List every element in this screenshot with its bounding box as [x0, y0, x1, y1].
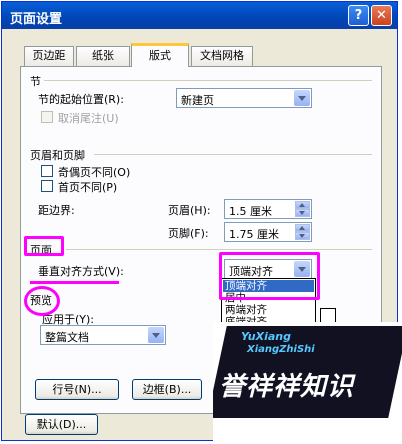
first-page-label: 首页不同(P): [58, 181, 118, 194]
header-distance-value: 1.5 厘米: [229, 205, 272, 218]
apply-to-select[interactable]: 整篇文档: [40, 325, 166, 345]
odd-even-checkbox[interactable]: [41, 165, 53, 177]
vertical-align-highlight: [219, 252, 320, 300]
section-start-select[interactable]: 新建页: [176, 88, 312, 108]
spin-up-icon[interactable]: [295, 224, 310, 232]
watermark-logo: YuXiang XiangZhiShi 誉祥祥知识: [213, 322, 402, 444]
borders-button[interactable]: 边框(B)...: [132, 379, 202, 400]
tab-document-grid[interactable]: 文档网格: [191, 46, 253, 66]
suppress-endnotes-label: 取消尾注(U): [58, 112, 119, 125]
section-divider: [44, 80, 372, 81]
default-button[interactable]: 默认(D)...: [25, 414, 98, 435]
first-page-checkbox[interactable]: [41, 180, 53, 192]
tab-paper[interactable]: 纸张: [76, 46, 130, 66]
chevron-down-icon[interactable]: [148, 327, 164, 343]
close-button[interactable]: ✕: [371, 5, 392, 26]
from-edge-label: 距边界:: [38, 204, 75, 217]
footer-distance-spinner[interactable]: 1.75 厘米: [224, 222, 312, 242]
watermark-line-2: XiangZhiShi: [247, 344, 315, 355]
section-start-label: 节的起始位置(R):: [38, 93, 124, 106]
spin-up-icon[interactable]: [295, 201, 310, 209]
dialog-title: 页面设置: [10, 12, 63, 27]
suppress-endnotes-checkbox[interactable]: [41, 111, 53, 123]
spin-down-icon[interactable]: [295, 232, 310, 240]
odd-even-label: 奇偶页不同(O): [58, 166, 131, 179]
page-divider: [66, 249, 372, 250]
section-start-value: 新建页: [181, 94, 214, 107]
header-distance-spinner[interactable]: 1.5 厘米: [224, 199, 312, 219]
watermark-line-1: YuXiang: [241, 330, 291, 343]
title-bar[interactable]: 页面设置 ? ✕: [2, 2, 397, 29]
vertical-align-underline: [30, 281, 119, 284]
help-button[interactable]: ?: [348, 5, 369, 26]
line-numbers-button[interactable]: 行号(N)...: [35, 379, 119, 400]
tab-margins[interactable]: 页边距: [24, 46, 74, 66]
apply-to-value: 整篇文档: [45, 331, 89, 344]
section-group-label: 节: [30, 75, 41, 88]
header-distance-label: 页眉(H):: [168, 204, 211, 217]
footer-distance-value: 1.75 厘米: [229, 228, 279, 241]
dropdown-option-justified[interactable]: 两端对齐: [223, 304, 314, 316]
preview-label-circle: [24, 286, 60, 316]
chevron-down-icon[interactable]: [294, 90, 310, 106]
footer-distance-label: 页脚(F):: [168, 227, 209, 240]
watermark-text: 誉祥祥知识: [219, 372, 355, 402]
headers-footers-group-label: 页眉和页脚: [30, 149, 85, 162]
headers-footers-divider: [94, 154, 372, 155]
vertical-align-label: 垂直对齐方式(V):: [38, 265, 124, 278]
page-label-highlight: [24, 236, 64, 256]
spin-down-icon[interactable]: [295, 209, 310, 217]
tab-layout[interactable]: 版式: [131, 43, 189, 67]
